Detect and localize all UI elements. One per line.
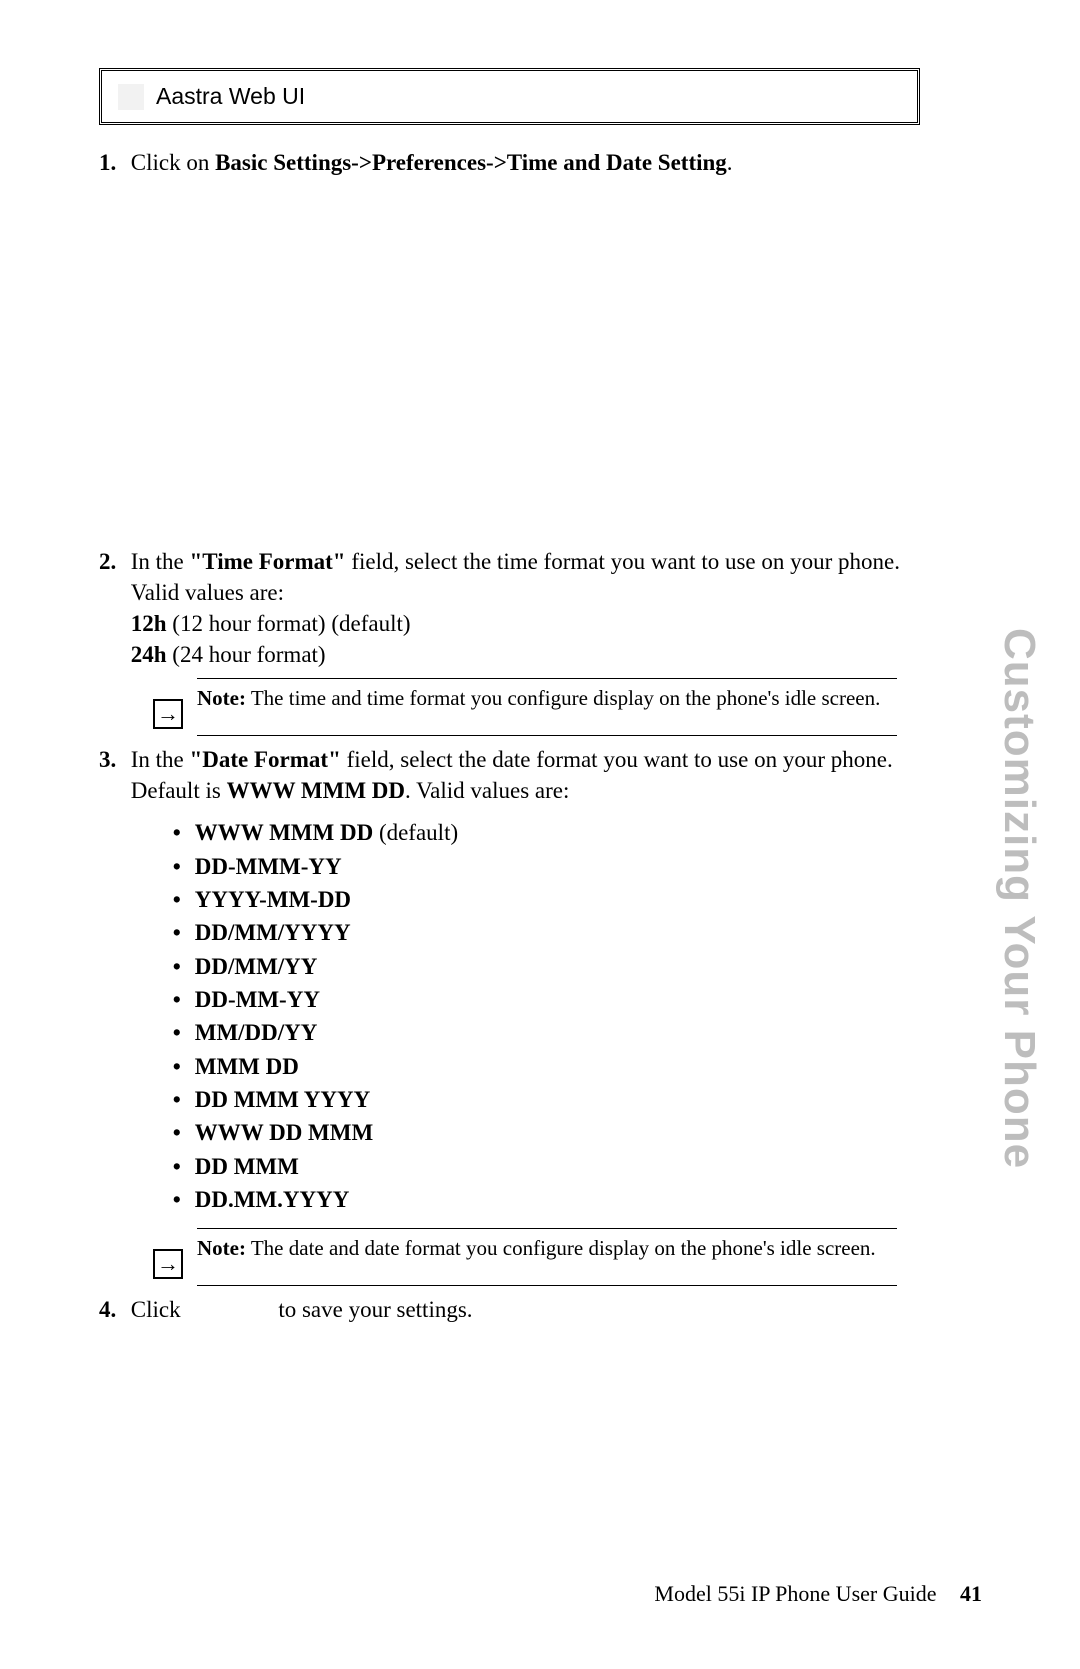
note-1: → Note: The time and time format you con… [99, 678, 920, 736]
list-item: DD MMM [173, 1150, 911, 1183]
step-number: 1. [99, 147, 125, 178]
text: The time and time format you configure d… [246, 686, 880, 710]
header-swatch-icon [118, 84, 144, 110]
steps-list: 1. Click on Basic Settings->Preferences-… [99, 147, 920, 1326]
text: The date and date format you configure d… [246, 1236, 876, 1260]
note-arrow-icon: → [153, 1249, 183, 1279]
format-value: DD MMM YYYY [195, 1087, 370, 1112]
step-number: 2. [99, 546, 125, 577]
format-value: DD MMM [195, 1154, 299, 1179]
page: Customizing Your Phone Aastra Web UI 1. … [0, 0, 1080, 1669]
rule [197, 1285, 897, 1286]
text: Click [131, 1297, 187, 1322]
step-4: 4. Click to save your settings. [99, 1294, 920, 1325]
format-value: DD.MM.YYYY [195, 1187, 350, 1212]
format-value: MM/DD/YY [195, 1020, 318, 1045]
text: Click on [131, 150, 215, 175]
list-item: DD MMM YYYY [173, 1083, 911, 1116]
note-arrow-icon: → [153, 699, 183, 729]
text: (default) [373, 820, 458, 845]
page-footer: Model 55i IP Phone User Guide 41 [654, 1581, 982, 1607]
step-1: 1. Click on Basic Settings->Preferences-… [99, 147, 920, 178]
list-item: DD.MM.YYYY [173, 1183, 911, 1216]
date-format-list: WWW MMM DD (default) DD-MMM-YY YYYY-MM-D… [173, 816, 911, 1216]
rule [197, 735, 897, 736]
footer-text: Model 55i IP Phone User Guide [654, 1581, 936, 1606]
option-24h: 24h [131, 642, 167, 667]
list-item: WWW DD MMM [173, 1116, 911, 1149]
note-label: Note: [197, 1236, 246, 1260]
field-name: "Time Format" [190, 549, 346, 574]
list-item: DD-MM-YY [173, 983, 911, 1016]
text: . [727, 150, 733, 175]
header-box: Aastra Web UI [99, 68, 920, 125]
button-placeholder [186, 1297, 278, 1322]
format-value: WWW DD MMM [195, 1120, 373, 1145]
text: to save your settings. [278, 1297, 472, 1322]
format-value: YYYY-MM-DD [195, 887, 351, 912]
step-body: Click to save your settings. [131, 1294, 911, 1325]
list-item: DD-MMM-YY [173, 850, 911, 883]
text: In the [131, 747, 190, 772]
step-2: 2. In the "Time Format" field, select th… [99, 546, 920, 670]
list-item: DD/MM/YY [173, 950, 911, 983]
note-text: Note: The date and date format you confi… [197, 1235, 920, 1262]
step-number: 3. [99, 744, 125, 775]
page-number: 41 [960, 1581, 982, 1606]
format-value: DD-MMM-YY [195, 854, 342, 879]
format-value: WWW MMM DD [195, 820, 373, 845]
text: . Valid values are: [405, 778, 569, 803]
screenshot-placeholder [99, 182, 920, 542]
step-body: In the "Date Format" field, select the d… [131, 744, 911, 1220]
note-label: Note: [197, 686, 246, 710]
default-value: WWW MMM DD [227, 778, 405, 803]
note-text: Note: The time and time format you confi… [197, 685, 920, 712]
text: In the [131, 549, 190, 574]
format-value: MMM DD [195, 1054, 299, 1079]
format-value: DD/MM/YY [195, 954, 318, 979]
content-area: Aastra Web UI 1. Click on Basic Settings… [99, 68, 920, 1330]
note-2: → Note: The date and date format you con… [99, 1228, 920, 1286]
option-12h: 12h [131, 611, 167, 636]
side-tab-title: Customizing Your Phone [994, 628, 1044, 1169]
step-3: 3. In the "Date Format" field, select th… [99, 744, 920, 1220]
step-body: In the "Time Format" field, select the t… [131, 546, 911, 670]
text: (12 hour format) (default) [167, 611, 411, 636]
text: (24 hour format) [167, 642, 326, 667]
list-item: MMM DD [173, 1050, 911, 1083]
step-number: 4. [99, 1294, 125, 1325]
bold-path: Basic Settings->Preferences->Time and Da… [215, 150, 727, 175]
step-body: Click on Basic Settings->Preferences->Ti… [131, 147, 911, 178]
list-item: DD/MM/YYYY [173, 916, 911, 949]
list-item: MM/DD/YY [173, 1016, 911, 1049]
header-title: Aastra Web UI [156, 83, 305, 110]
list-item: YYYY-MM-DD [173, 883, 911, 916]
format-value: DD/MM/YYYY [195, 920, 351, 945]
field-name: "Date Format" [190, 747, 341, 772]
list-item: WWW MMM DD (default) [173, 816, 911, 849]
format-value: DD-MM-YY [195, 987, 320, 1012]
